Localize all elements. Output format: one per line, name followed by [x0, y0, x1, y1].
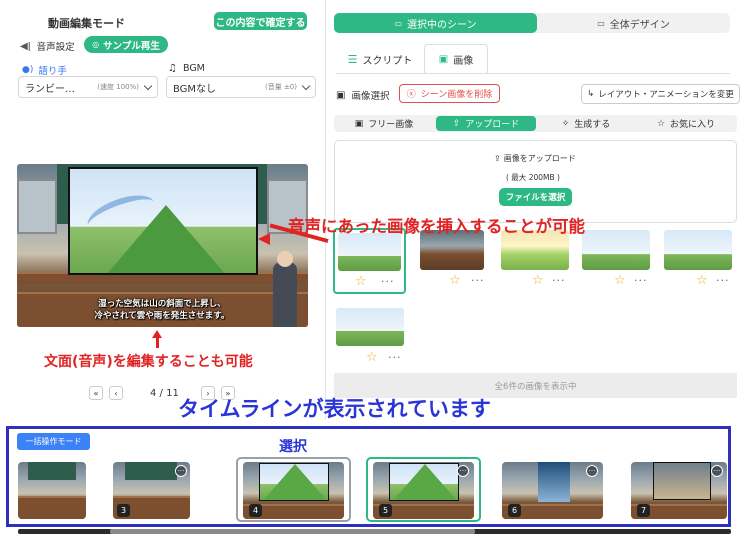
- filter-generate[interactable]: ✧ 生成する: [536, 115, 636, 132]
- more-icon[interactable]: ···: [471, 274, 485, 287]
- more-icon[interactable]: ···: [716, 274, 730, 287]
- presenter-head: [277, 251, 293, 267]
- image-icon: ▣: [336, 89, 346, 101]
- tab-script[interactable]: ☰ スクリプト: [336, 45, 424, 73]
- image-icon: ▣: [438, 54, 449, 65]
- more-icon[interactable]: ···: [175, 465, 187, 477]
- subtitle-caption[interactable]: 湿った空気は山の斜面で上昇し、 冷やされて雲や雨を発生させます。: [57, 298, 267, 322]
- star-icon[interactable]: ☆: [532, 273, 544, 288]
- right-panel: ▭ 選択中のシーン ▭ 全体デザイン ☰ スクリプト ▣ 画像 ▣ 画像選択 ⓧ…: [326, 0, 740, 420]
- upload-title-row: ⇪ 画像をアップロード: [494, 154, 576, 163]
- arrow-turn-icon: ↳: [587, 89, 595, 99]
- image-card-selected[interactable]: ☆ ···: [333, 228, 406, 294]
- window-left: [17, 179, 57, 234]
- filter-favorite[interactable]: ☆ お気に入り: [636, 115, 736, 132]
- image-thumbnail: [338, 233, 401, 271]
- filter-upload[interactable]: ⇪ アップロード: [436, 116, 536, 131]
- star-outline-icon: ☆: [656, 118, 666, 129]
- more-icon[interactable]: ···: [457, 465, 469, 477]
- annotation-edit-text: 文面(音声)を編集することも可能: [44, 354, 253, 370]
- annotation-timeline-shown: タイムラインが表示されています: [178, 397, 491, 421]
- design-icon: ▭: [597, 18, 605, 28]
- more-icon[interactable]: ···: [711, 465, 723, 477]
- star-icon[interactable]: ☆: [355, 274, 367, 289]
- page-indicator: 4 / 11: [150, 388, 179, 399]
- timeline-item[interactable]: 4: [243, 462, 344, 519]
- chevron-down-icon: [301, 81, 311, 90]
- play-icon: ◎: [92, 40, 100, 49]
- tab-whole-design[interactable]: ▭ 全体デザイン: [537, 13, 730, 33]
- timeline-scrollbar-thumb[interactable]: [110, 529, 475, 534]
- annotation-arrowhead-up: [152, 330, 162, 338]
- star-icon[interactable]: ☆: [449, 273, 461, 288]
- more-icon[interactable]: ···: [388, 351, 402, 364]
- timeline-item[interactable]: 7 ···: [631, 462, 727, 519]
- music-note-icon: ♫: [168, 63, 177, 74]
- annotation-arrowhead: [258, 233, 270, 245]
- image-thumbnail[interactable]: [336, 308, 404, 346]
- scene-preview[interactable]: 湿った空気は山の斜面で上昇し、 冷やされて雲や雨を発生させます。: [17, 164, 308, 327]
- narrator-label-row: ●) 語り手: [22, 65, 67, 77]
- presenter-character: [273, 262, 297, 327]
- timeline-item[interactable]: 6 ···: [502, 462, 603, 519]
- more-icon[interactable]: ···: [381, 275, 395, 288]
- bgm-select[interactable]: BGMなし (音量 ±0): [166, 76, 316, 98]
- more-icon[interactable]: ···: [634, 274, 648, 287]
- choose-file-button[interactable]: ファイルを選択: [499, 188, 572, 206]
- star-icon[interactable]: ☆: [614, 273, 626, 288]
- subtab-underline: [336, 73, 730, 74]
- scene-icon: ▭: [394, 18, 403, 28]
- scene-number: 3: [117, 504, 130, 517]
- tab-current-scene[interactable]: ▭ 選択中のシーン: [334, 13, 537, 33]
- inserted-slide-image: [68, 167, 258, 275]
- annotation-select: 選択: [279, 439, 307, 455]
- scene-number: 5: [379, 504, 392, 517]
- scene-number: 4: [249, 504, 262, 517]
- bgm-label-row: ♫ BGM: [168, 63, 205, 74]
- image-icon: ▣: [354, 118, 364, 129]
- upload-limit: ( 最大 200MB ): [506, 173, 560, 182]
- more-icon[interactable]: ···: [552, 274, 566, 287]
- chevron-down-icon: [143, 81, 153, 90]
- timeline-item[interactable]: 3 ···: [113, 462, 190, 519]
- layout-animation-button[interactable]: ↳ レイアウト・アニメーションを変更: [581, 84, 740, 104]
- image-select-row: ▣ 画像選択: [336, 89, 390, 103]
- document-icon: ☰: [347, 52, 358, 66]
- more-icon[interactable]: ···: [586, 465, 598, 477]
- upload-icon: ⇪: [494, 154, 501, 163]
- sparkle-icon: ✧: [561, 118, 570, 129]
- prev-page-button[interactable]: ‹: [109, 386, 123, 400]
- narrator-select[interactable]: ランビー… (速度 100%): [18, 76, 158, 98]
- narrator-icon: ●): [22, 65, 34, 75]
- close-circle-icon: ⓧ: [406, 90, 416, 100]
- sample-play-button[interactable]: ◎ サンプル再生: [84, 36, 168, 53]
- filter-free-image[interactable]: ▣ フリー画像: [334, 115, 434, 132]
- delete-scene-image-button[interactable]: ⓧ シーン画像を削除: [399, 84, 500, 103]
- batch-mode-button[interactable]: 一括操作モード: [17, 433, 90, 450]
- scene-number: 6: [508, 504, 521, 517]
- first-page-button[interactable]: «: [89, 386, 103, 400]
- upload-icon: ⇪: [452, 118, 461, 129]
- audio-settings-label: 音声設定: [36, 42, 75, 53]
- audio-settings-row: ◀ǀ 音声設定: [20, 39, 75, 54]
- annotation-insert-image: 音声にあった画像を挿入することが可能: [288, 217, 585, 236]
- timeline-item[interactable]: [18, 462, 86, 519]
- star-icon[interactable]: ☆: [366, 350, 378, 365]
- image-thumbnail[interactable]: [582, 230, 650, 270]
- tab-image[interactable]: ▣ 画像: [424, 44, 488, 74]
- timeline-item[interactable]: 5 ···: [373, 462, 474, 519]
- star-icon[interactable]: ☆: [696, 273, 708, 288]
- scene-number: 7: [637, 504, 650, 517]
- page-title: 動画編集モード: [48, 17, 125, 30]
- confirm-button[interactable]: この内容で確定する: [214, 12, 307, 30]
- speaker-icon: ◀ǀ: [20, 40, 31, 52]
- image-thumbnail[interactable]: [664, 230, 732, 270]
